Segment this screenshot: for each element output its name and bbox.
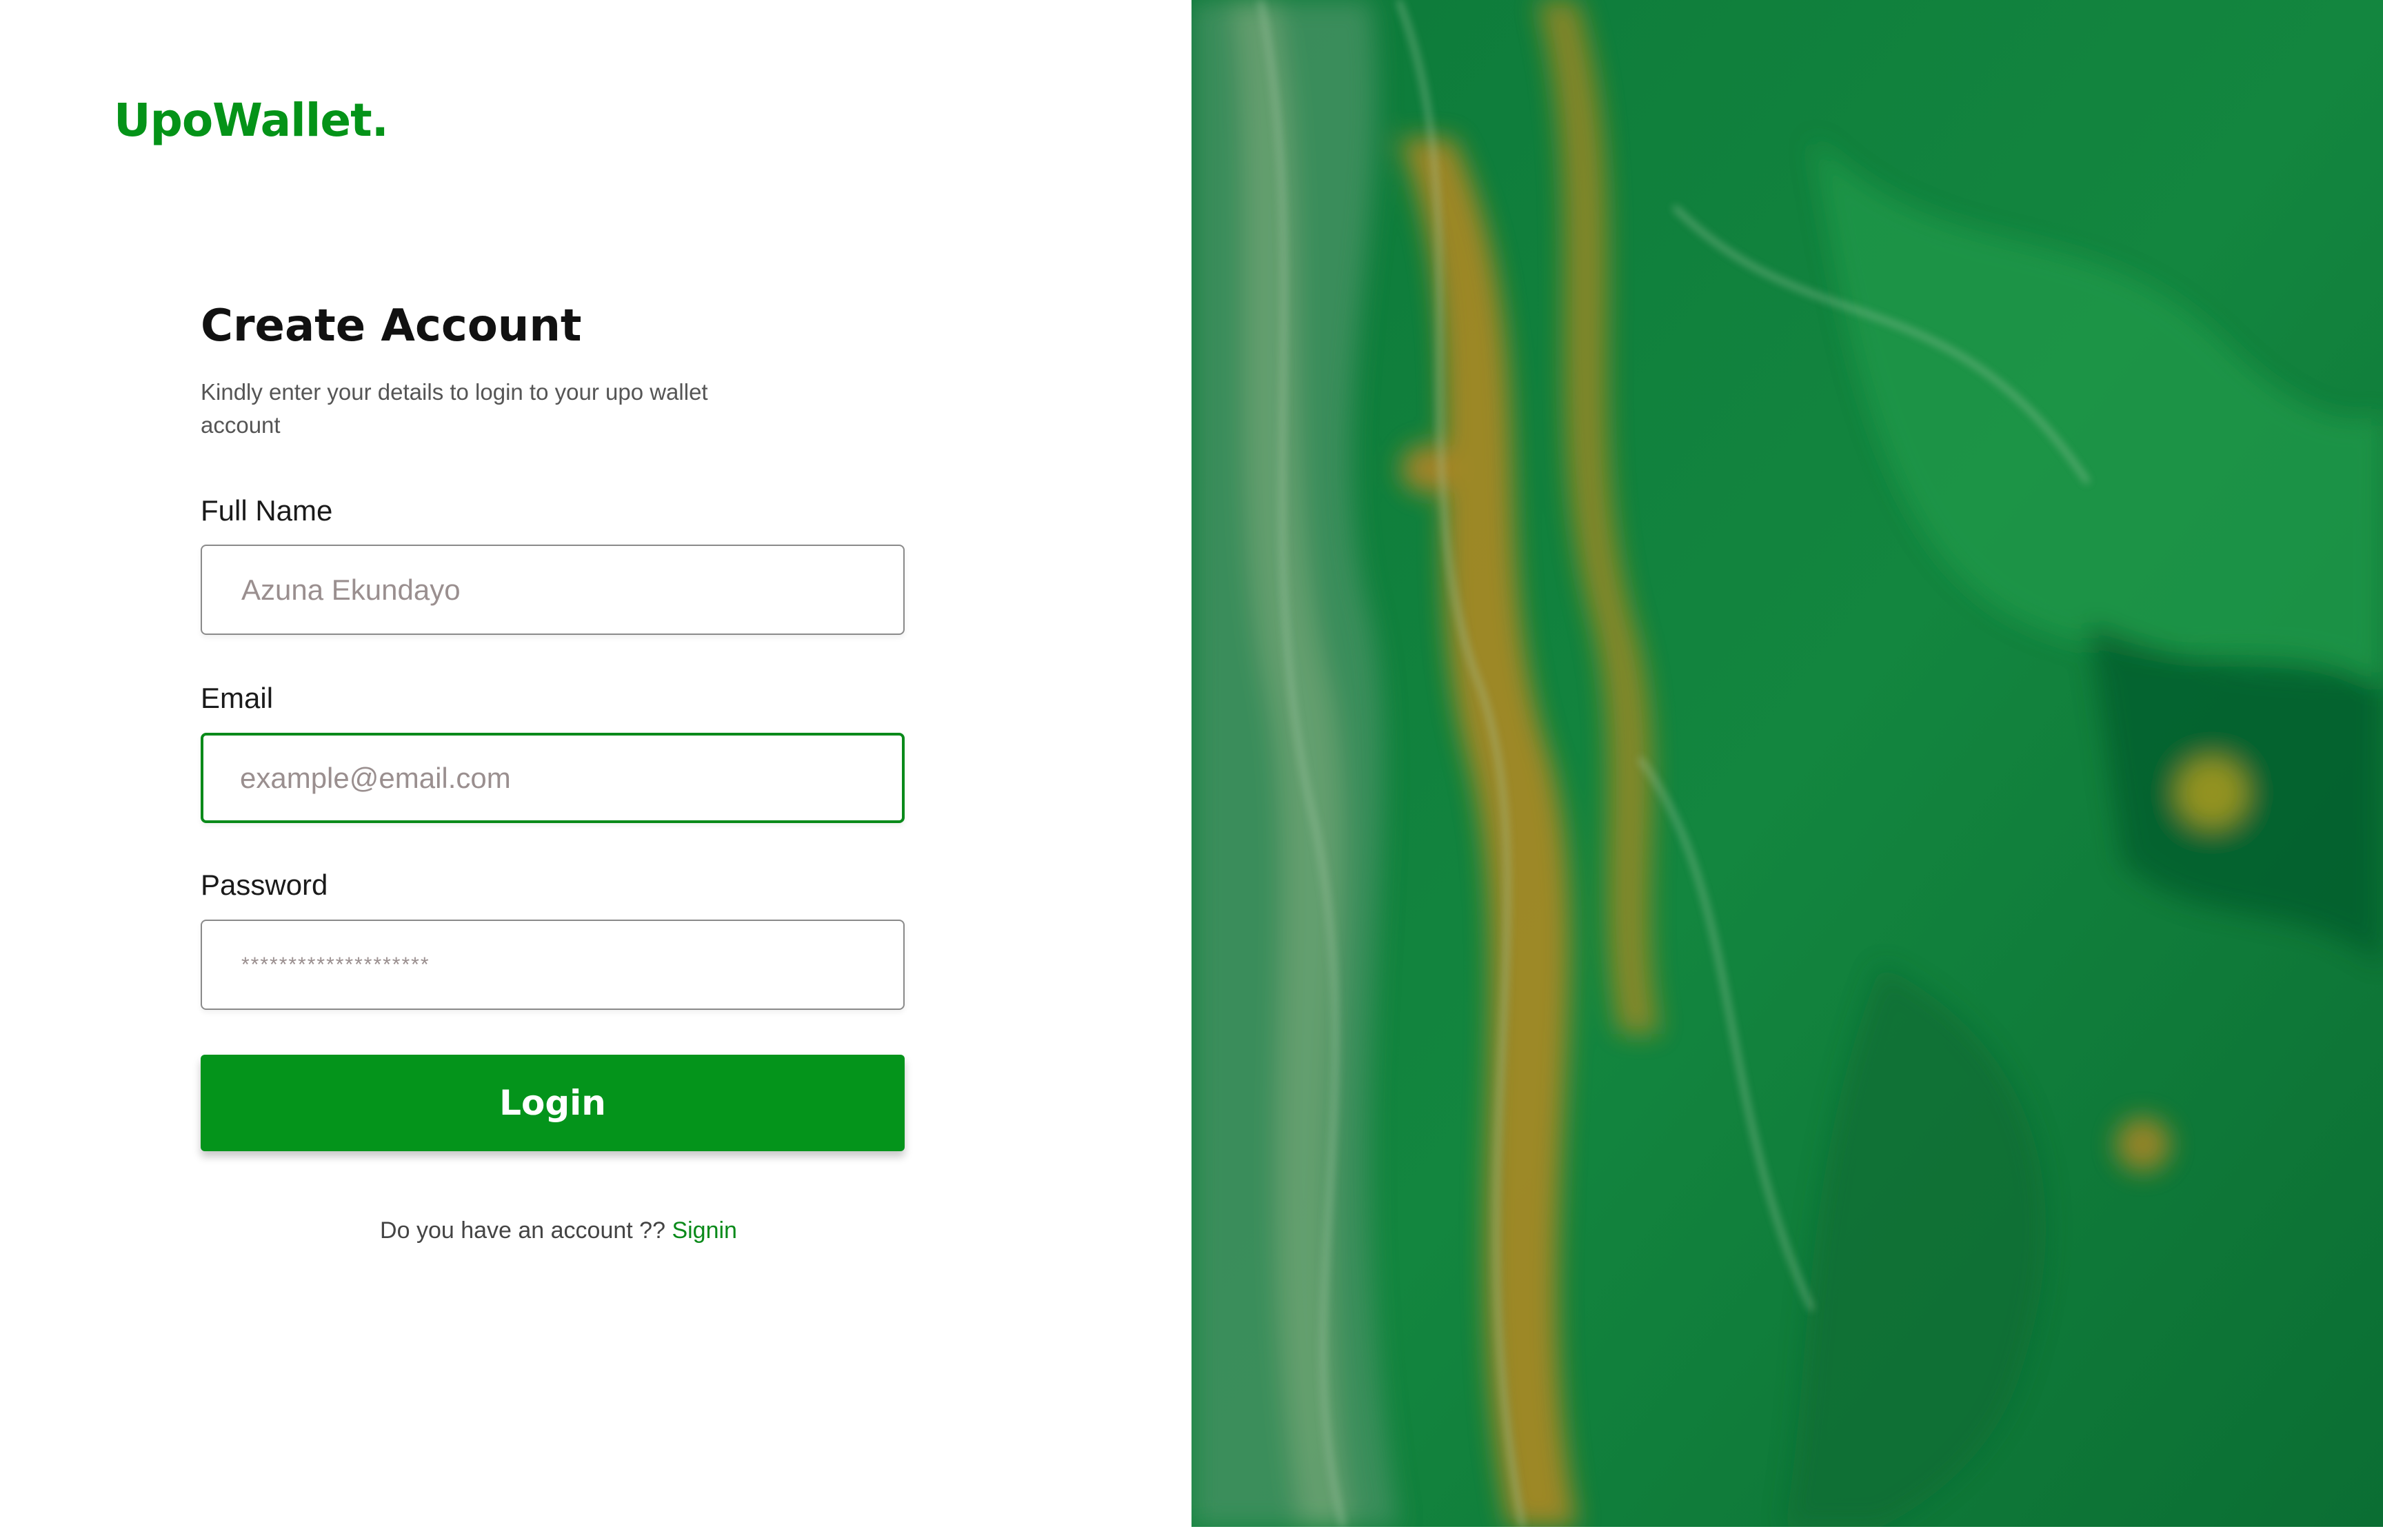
full-name-input[interactable]: Azuna Ekundayo <box>201 545 905 635</box>
email-label: Email <box>201 682 274 714</box>
full-name-label: Full Name <box>201 494 333 527</box>
email-input[interactable]: example@email.com <box>201 733 905 823</box>
marble-art-image <box>1192 0 2383 1527</box>
page-subtitle: Kindly enter your details to login to yo… <box>201 379 708 438</box>
form-panel: UpoWallet. Create Account Kindly enter y… <box>0 0 1192 1540</box>
password-placeholder: ******************** <box>241 953 430 976</box>
signin-prompt-text: Do you have an account ?? <box>380 1217 665 1244</box>
full-name-placeholder: Azuna Ekundayo <box>241 573 461 606</box>
email-placeholder: example@email.com <box>240 761 511 794</box>
brand-logo[interactable]: UpoWallet. <box>114 94 389 147</box>
signup-page: UpoWallet. Create Account Kindly enter y… <box>0 0 2383 1540</box>
password-input[interactable]: ******************** <box>201 920 905 1010</box>
decorative-art-panel <box>1192 0 2383 1527</box>
password-label: Password <box>201 869 328 901</box>
signin-prompt: Do you have an account ?? Signin <box>0 1217 1117 1244</box>
page-title: Create Account <box>201 301 582 352</box>
login-button-label: Login <box>499 1083 606 1123</box>
signin-link[interactable]: Signin <box>672 1217 737 1244</box>
login-button[interactable]: Login <box>201 1055 905 1151</box>
